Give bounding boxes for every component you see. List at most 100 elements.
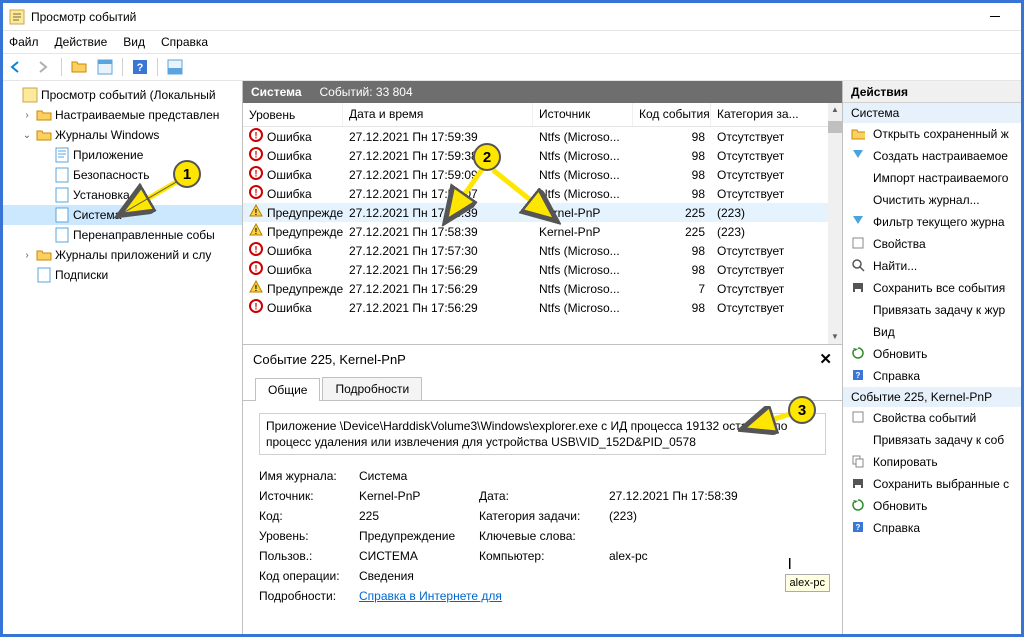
window-title: Просмотр событий (31, 10, 136, 24)
actions-section-event: Событие 225, Kernel-PnP (843, 387, 1021, 407)
svg-text:!: ! (255, 302, 258, 312)
action-item[interactable]: Вид (843, 321, 1021, 343)
tree-root[interactable]: Просмотр событий (Локальный (3, 85, 242, 105)
event-row[interactable]: !Ошибка27.12.2021 Пн 17:57:30Ntfs (Micro… (243, 241, 842, 260)
col-eventid[interactable]: Код события (633, 103, 711, 126)
svg-text:?: ? (137, 62, 144, 74)
tree-log-security[interactable]: Безопасность (3, 165, 242, 185)
action-item[interactable]: Создать настраиваемое (843, 145, 1021, 167)
action-item[interactable]: Найти... (843, 255, 1021, 277)
tree-log-setup[interactable]: Установка (3, 185, 242, 205)
action-icon (851, 214, 867, 230)
tree-log-system[interactable]: Система (3, 205, 242, 225)
menu-help[interactable]: Справка (161, 35, 208, 49)
action-item[interactable]: Сохранить выбранные с (843, 473, 1021, 495)
event-row[interactable]: !Ошибка27.12.2021 Пн 17:59:09Ntfs (Micro… (243, 165, 842, 184)
center-pane: СистемаСобытий: 33 804 Уровень Дата и вр… (243, 81, 843, 634)
menu-action[interactable]: Действие (55, 35, 108, 49)
action-icon: ? (851, 520, 867, 536)
event-row[interactable]: !Ошибка27.12.2021 Пн 17:56:29Ntfs (Micro… (243, 298, 842, 317)
action-icon (851, 324, 867, 340)
minimize-button[interactable] (975, 6, 1015, 28)
event-row[interactable]: !Ошибка27.12.2021 Пн 17:59:07Ntfs (Micro… (243, 184, 842, 203)
tab-details[interactable]: Подробности (322, 377, 422, 400)
action-item[interactable]: Свойства событий (843, 407, 1021, 429)
callout-3: 3 (788, 396, 816, 424)
menu-view[interactable]: Вид (123, 35, 145, 49)
action-icon (851, 498, 867, 514)
help-link[interactable]: Справка в Интернете для (359, 589, 502, 603)
action-item[interactable]: Привязать задачу к жур (843, 299, 1021, 321)
tree-custom-views[interactable]: ›Настраиваемые представлен (3, 105, 242, 125)
action-item[interactable]: Очистить журнал... (843, 189, 1021, 211)
action-item[interactable]: Сохранить все события (843, 277, 1021, 299)
action-item[interactable]: ?Справка (843, 517, 1021, 539)
error-icon: ! (249, 185, 263, 202)
action-icon (851, 280, 867, 296)
svg-text:!: ! (255, 245, 258, 255)
action-item[interactable]: Обновить (843, 343, 1021, 365)
event-row[interactable]: !Предупреждение27.12.2021 Пн 17:58:39Ker… (243, 203, 842, 222)
col-source[interactable]: Источник (533, 103, 633, 126)
action-item[interactable]: ?Справка (843, 365, 1021, 387)
forward-button[interactable] (33, 56, 55, 78)
event-row[interactable]: !Предупреждение27.12.2021 Пн 17:58:39Ker… (243, 222, 842, 241)
help-button[interactable]: ? (129, 56, 151, 78)
action-icon (851, 170, 867, 186)
prop-source: Kernel-PnP (359, 489, 479, 503)
col-date[interactable]: Дата и время (343, 103, 533, 126)
back-button[interactable] (7, 56, 29, 78)
action-icon (851, 476, 867, 492)
open-folder-button[interactable] (68, 56, 90, 78)
app-icon (9, 9, 25, 25)
event-row[interactable]: !Предупреждение27.12.2021 Пн 17:56:29Ntf… (243, 279, 842, 298)
svg-text:!: ! (255, 169, 258, 179)
warning-icon: ! (249, 280, 263, 297)
prop-user: СИСТЕМА (359, 549, 479, 563)
menu-file[interactable]: Файл (9, 35, 39, 49)
action-item[interactable]: Привязать задачу к соб (843, 429, 1021, 451)
text-cursor-icon: I (788, 556, 792, 574)
event-scrollbar[interactable]: ▲▼ (828, 103, 842, 344)
action-item[interactable]: Свойства (843, 233, 1021, 255)
warning-icon: ! (249, 204, 263, 221)
event-row[interactable]: !Ошибка27.12.2021 Пн 17:59:38Ntfs (Micro… (243, 146, 842, 165)
action-icon (851, 346, 867, 362)
callout-1: 1 (173, 160, 201, 188)
error-icon: ! (249, 261, 263, 278)
action-item[interactable]: Импорт настраиваемого (843, 167, 1021, 189)
action-item[interactable]: Копировать (843, 451, 1021, 473)
action-icon (851, 192, 867, 208)
preview-pane-button[interactable] (164, 56, 186, 78)
prop-code: 225 (359, 509, 479, 523)
tree-app-services-logs[interactable]: ›Журналы приложений и слу (3, 245, 242, 265)
error-icon: ! (249, 128, 263, 145)
prop-keywords (609, 529, 769, 543)
action-icon (851, 258, 867, 274)
event-row[interactable]: !Ошибка27.12.2021 Пн 17:56:29Ntfs (Micro… (243, 260, 842, 279)
tree-log-forwarded[interactable]: Перенаправленные собы (3, 225, 242, 245)
warning-icon: ! (249, 223, 263, 240)
event-row[interactable]: !Ошибка27.12.2021 Пн 17:59:39Ntfs (Micro… (243, 127, 842, 146)
tree-log-application[interactable]: Приложение (3, 145, 242, 165)
svg-text:?: ? (856, 371, 861, 380)
tab-general[interactable]: Общие (255, 378, 320, 401)
detail-close-button[interactable]: ✕ (819, 350, 832, 368)
svg-text:!: ! (255, 227, 258, 236)
action-item[interactable]: Открыть сохраненный ж (843, 123, 1021, 145)
prop-category: (223) (609, 509, 769, 523)
tree-subscriptions[interactable]: Подписки (3, 265, 242, 285)
col-level[interactable]: Уровень (243, 103, 343, 126)
col-category[interactable]: Категория за... (711, 103, 831, 126)
action-item[interactable]: Обновить (843, 495, 1021, 517)
svg-text:!: ! (255, 150, 258, 160)
action-icon (851, 126, 867, 142)
action-item[interactable]: Фильтр текущего журна (843, 211, 1021, 233)
columns-button[interactable] (94, 56, 116, 78)
svg-text:!: ! (255, 131, 258, 141)
detail-pane: Событие 225, Kernel-PnP✕ Общие Подробнос… (243, 344, 842, 634)
tree-windows-logs[interactable]: ⌄Журналы Windows (3, 125, 242, 145)
svg-text:!: ! (255, 284, 258, 293)
event-message: Приложение \Device\HarddiskVolume3\Windo… (259, 413, 826, 455)
error-icon: ! (249, 166, 263, 183)
